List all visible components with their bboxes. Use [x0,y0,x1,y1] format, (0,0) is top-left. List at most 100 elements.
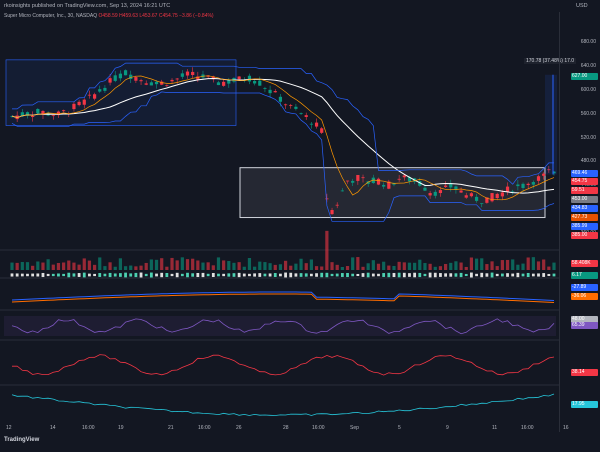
volume-bar [542,259,546,270]
candle-body [382,184,386,187]
histogram-bar [134,272,138,278]
volume-bar [31,265,35,270]
time-tick-label: 11 [492,425,498,431]
volume-bar [242,266,246,270]
histogram-bar [433,272,437,278]
price-tick-label: 600.00 [580,86,596,93]
brand-text: TradingView [4,437,40,443]
volume-bar [485,264,489,270]
histogram-bar [340,273,344,277]
volume-bar [345,266,350,270]
histogram-bar [444,273,447,277]
histogram-bar [418,272,422,278]
volume-bar [289,265,293,270]
volume-bar [428,263,432,270]
histogram-bar [108,272,112,278]
volume-bar [413,262,417,270]
volume-bar [123,266,128,270]
histogram-bar [511,273,515,277]
indicator-tag: 6.17 [571,272,598,279]
volume-bar [237,262,241,270]
volume-bar [531,257,535,270]
candle-body [82,99,86,105]
volume-bar [552,262,556,270]
price-tag: 59.51 [571,187,598,194]
candle-body [118,73,122,79]
candle-body [531,182,535,185]
volume-bar [449,262,453,270]
legend-open: O458.59 [98,13,118,19]
indicator-tag: 58.408K [571,260,598,267]
volume-bar [62,262,66,270]
histogram-bar [315,273,318,277]
histogram-bar [149,272,153,278]
histogram-bar [485,273,489,277]
candle-body [428,193,432,196]
candle-body [459,190,463,193]
histogram-bar [196,272,200,278]
volume-bar [72,262,76,270]
histogram-bar [165,273,169,277]
histogram-bar [361,273,365,277]
candle-body [237,76,241,80]
price-tag: 385.00 [571,232,598,239]
histogram-bar [93,273,96,277]
candle-body [165,85,169,87]
histogram-bar [222,273,226,277]
histogram-bar [490,272,494,278]
histogram-bar [439,273,442,277]
volume-bar [516,264,520,270]
candle-body [402,175,406,178]
candle-body [144,83,148,85]
candle-body [123,70,128,76]
volume-bar [283,260,288,270]
histogram-bar [387,272,391,278]
price-tag: 454.75 [571,178,598,185]
chart-legend: Super Micro Computer, Inc., 30, NASDAQ O… [4,13,214,19]
volume-bar [196,260,200,270]
price-tag: 427.73 [571,214,598,221]
histogram-bar [258,273,262,277]
candle-body [268,89,272,94]
histogram-bar [119,273,122,277]
time-tick-label: 19 [118,425,124,431]
candle-body [103,87,107,91]
candle-body [314,122,319,127]
chart-canvas[interactable] [0,0,600,452]
histogram-bar [428,272,432,278]
volume-bar [371,260,375,270]
histogram-bar [26,273,29,277]
histogram-bar [470,272,473,278]
candle-body [521,183,525,188]
volume-bar [160,258,164,270]
volume-bar [118,258,122,270]
candle-body [469,193,474,197]
histogram-bar [67,272,71,278]
oscillator-line [11,354,555,376]
candle-body [98,89,102,92]
volume-bar [180,257,184,270]
volume-bar [444,263,448,270]
volume-bar [92,264,97,270]
histogram-bar [36,273,40,277]
histogram-bar [495,273,499,277]
volume-bar [526,257,530,270]
candle-body [309,123,313,125]
volume-bar [268,263,272,270]
volume-bar [361,266,365,270]
histogram-bar [175,272,179,278]
volume-bar [20,262,24,270]
candle-body [335,204,339,206]
indicator-tag: -27.89 [571,284,598,291]
histogram-bar [139,272,143,278]
candle-body [36,109,40,114]
volume-bar [376,263,381,270]
legend-high: H459.63 [119,13,138,19]
price-tick-label: 520.00 [580,134,596,141]
candle-body [536,176,541,181]
volume-bar [418,259,422,270]
candle-body [31,115,35,117]
candle-body [139,80,143,82]
time-tick-label: 26 [236,425,242,431]
candle-body [278,96,283,102]
